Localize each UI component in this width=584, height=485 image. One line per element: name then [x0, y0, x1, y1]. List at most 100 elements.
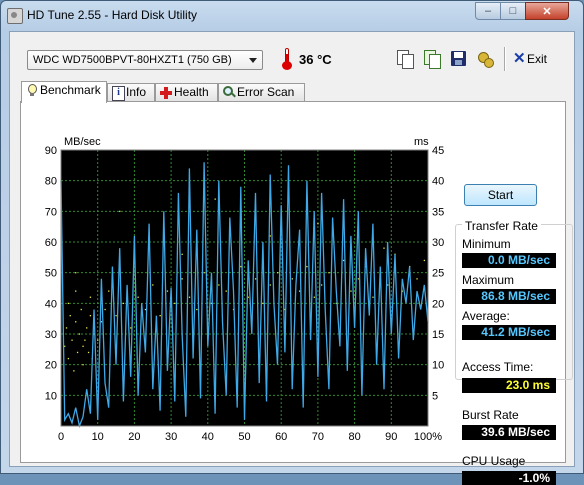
y-left-tick-label: 80 — [45, 176, 57, 188]
minimize-button[interactable]: – — [475, 2, 501, 20]
maximum-label: Maximum — [462, 273, 515, 287]
access-time-point — [69, 315, 71, 317]
access-time-point — [254, 278, 257, 280]
access-time-point — [71, 339, 73, 341]
access-time-point — [97, 339, 99, 341]
access-time-point — [67, 357, 70, 360]
access-time-point — [108, 290, 110, 292]
access-time-point — [372, 296, 374, 298]
access-time-point — [67, 302, 70, 305]
access-time-point — [82, 345, 84, 347]
access-time-point — [416, 278, 418, 280]
access-time-point — [298, 290, 301, 292]
x-tick-label: 70 — [312, 431, 324, 443]
tab-error-scan[interactable]: Error Scan — [218, 83, 305, 101]
access-time-point — [320, 284, 323, 286]
access-time-point — [342, 259, 345, 262]
maximize-button[interactable]: □ — [500, 2, 526, 20]
y-left-tick-label: 70 — [45, 206, 57, 218]
x-tick-label: 40 — [202, 431, 214, 443]
access-time-point — [76, 351, 79, 354]
access-time-point — [159, 315, 161, 317]
access-time-point — [80, 308, 82, 311]
x-tick-label: 90 — [385, 431, 397, 443]
access-time-point — [196, 308, 198, 311]
access-time-point — [144, 308, 147, 311]
copy-text-icon[interactable] — [396, 49, 414, 69]
cpu-usage-label: CPU Usage — [462, 454, 526, 468]
x-tick-label: 80 — [348, 431, 360, 443]
y-left-tick-label: 50 — [45, 268, 57, 280]
exit-button[interactable]: ✕ Exit — [513, 49, 551, 69]
tab-info[interactable]: i Info — [107, 83, 155, 101]
chevron-down-icon[interactable] — [249, 58, 257, 63]
tab-info-label: Info — [126, 85, 147, 99]
tab-health-label: Health — [174, 85, 209, 99]
access-time-point — [75, 272, 77, 274]
tab-strip: Benchmark i Info Health Error Scan — [21, 81, 321, 103]
benchmark-chart: MB/sec ms 10 20 30 40 50 60 70 80 90 5 10 15 20 25 30 35 4… — [45, 136, 445, 443]
y-right-tick-label: 15 — [432, 329, 444, 341]
x-tick-label: 60 — [275, 431, 287, 443]
access-time-point — [75, 290, 77, 292]
thermometer-icon — [282, 48, 292, 70]
tab-benchmark[interactable]: Benchmark — [21, 81, 107, 103]
access-time-point — [383, 247, 385, 249]
y-left-axis-label: MB/sec — [64, 136, 101, 148]
window-title: HD Tune 2.55 - Hard Disk Utility — [27, 8, 198, 22]
y-right-tick-label: 10 — [432, 360, 444, 372]
burst-rate-value: 39.6 MB/sec — [462, 425, 556, 440]
access-time-point — [387, 284, 389, 286]
y-right-tick-label: 45 — [432, 145, 444, 157]
y-right-tick-label: 40 — [432, 176, 444, 188]
cpu-usage-value: -1.0% — [462, 471, 556, 485]
average-value: 41.2 MB/sec — [462, 325, 556, 340]
access-time-point — [89, 315, 92, 317]
transfer-rate-title: Transfer Rate — [462, 219, 541, 233]
access-time-point — [75, 321, 77, 323]
y-left-tick-label: 90 — [45, 145, 57, 157]
y-left-tick-label: 10 — [45, 390, 57, 402]
save-icon[interactable] — [450, 49, 468, 69]
access-time-point — [357, 278, 359, 280]
access-time-point — [306, 265, 308, 268]
access-time-point — [262, 302, 264, 305]
access-time-value: 23.0 ms — [462, 378, 556, 393]
burst-rate-label: Burst Rate — [462, 408, 519, 422]
y-left-tick-label: 60 — [45, 237, 57, 249]
title-bar[interactable]: HD Tune 2.55 - Hard Disk Utility – □ ✕ — [1, 1, 583, 31]
access-time-point — [115, 315, 117, 317]
drive-select[interactable]: WDC WD7500BPVT-80HXZT1 (750 GB) — [27, 50, 263, 70]
copy-screenshot-icon[interactable] — [423, 49, 441, 69]
exit-label: Exit — [527, 52, 548, 66]
drive-select-value: WDC WD7500BPVT-80HXZT1 (750 GB) — [33, 54, 232, 66]
access-time-point — [181, 253, 183, 255]
tab-health[interactable]: Health — [155, 83, 218, 101]
benchmark-panel: MB/sec ms 10 20 30 40 50 60 70 80 90 5 10 15 20 25 30 35 4… — [20, 101, 573, 485]
access-time-point — [84, 339, 86, 341]
start-button[interactable]: Start — [464, 184, 537, 206]
y-right-tick-label: 5 — [432, 390, 438, 402]
access-time-point — [313, 296, 315, 298]
x-tick-label: 0 — [58, 431, 64, 443]
magnifier-icon — [223, 86, 234, 99]
access-time-point — [100, 321, 103, 323]
access-time-point — [166, 290, 169, 292]
options-icon[interactable] — [476, 49, 494, 69]
temperature-readout: 36 °C — [299, 52, 332, 67]
y-left-tick-label: 40 — [45, 298, 57, 310]
client-area: WDC WD7500BPVT-80HXZT1 (750 GB) 36 °C ✕ … — [9, 31, 575, 485]
access-time-point — [73, 370, 75, 372]
close-button[interactable]: ✕ — [525, 2, 569, 20]
access-time-point — [122, 302, 125, 305]
access-time-point — [82, 364, 84, 366]
exit-x-icon: ✕ — [513, 50, 526, 67]
x-tick-label: 50 — [238, 431, 250, 443]
minimum-value: 0.0 MB/sec — [462, 253, 556, 268]
y-right-axis-label: ms — [414, 136, 429, 148]
y-right-tick-label: 30 — [432, 237, 444, 249]
minimum-label: Minimum — [462, 237, 511, 251]
access-time-point — [86, 327, 88, 329]
tab-error-scan-label: Error Scan — [237, 85, 295, 99]
access-time-point — [87, 351, 90, 354]
